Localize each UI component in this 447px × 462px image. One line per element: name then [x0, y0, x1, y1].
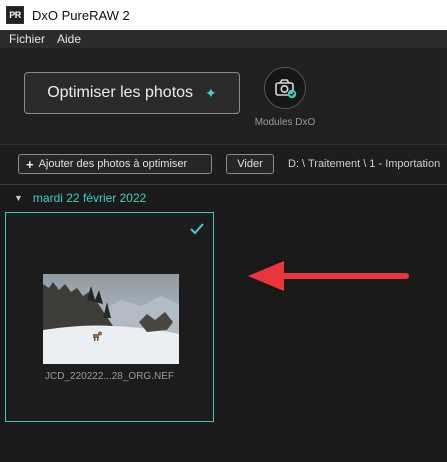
action-bar: + Ajouter des photos à optimiser Vider D… — [0, 144, 447, 184]
menu-fichier[interactable]: Fichier — [9, 32, 45, 46]
title-bar: PR DxO PureRAW 2 — [0, 0, 447, 30]
triangle-down-icon[interactable]: ▼ — [14, 193, 23, 203]
arrow-left-icon — [248, 261, 409, 291]
optimise-button-label: Optimiser les photos — [47, 84, 194, 101]
photo-tile[interactable]: JCD_220222...28_ORG.NEF — [5, 212, 214, 422]
plus-icon: + — [26, 156, 34, 172]
modules-dxo-button[interactable] — [264, 67, 306, 109]
date-group-header[interactable]: ▼ mardi 22 février 2022 — [0, 185, 447, 211]
menu-bar: Fichier Aide — [0, 30, 447, 48]
main-toolbar: Optimiser les photos ✦ Modules DxO — [0, 48, 447, 144]
menu-aide[interactable]: Aide — [57, 32, 81, 46]
clear-button[interactable]: Vider — [226, 154, 274, 174]
optimise-photos-button[interactable]: Optimiser les photos ✦ — [24, 72, 240, 114]
camera-icon — [275, 79, 297, 99]
add-photos-label: Ajouter des photos à optimiser — [38, 158, 188, 170]
sparkle-icon: ✦ — [205, 84, 217, 101]
photo-filename: JCD_220222...28_ORG.NEF — [45, 371, 174, 382]
check-icon — [190, 223, 204, 235]
modules-dxo-label: Modules DxO — [254, 117, 316, 128]
window-title: DxO PureRAW 2 — [32, 7, 130, 23]
photo-thumbnail — [43, 274, 179, 364]
date-group-label: mardi 22 février 2022 — [32, 191, 147, 205]
add-photos-button[interactable]: + Ajouter des photos à optimiser — [18, 154, 212, 174]
app-logo: PR — [6, 6, 24, 24]
folder-path: D: \ Traitement \ 1 - Importation — [288, 158, 441, 170]
